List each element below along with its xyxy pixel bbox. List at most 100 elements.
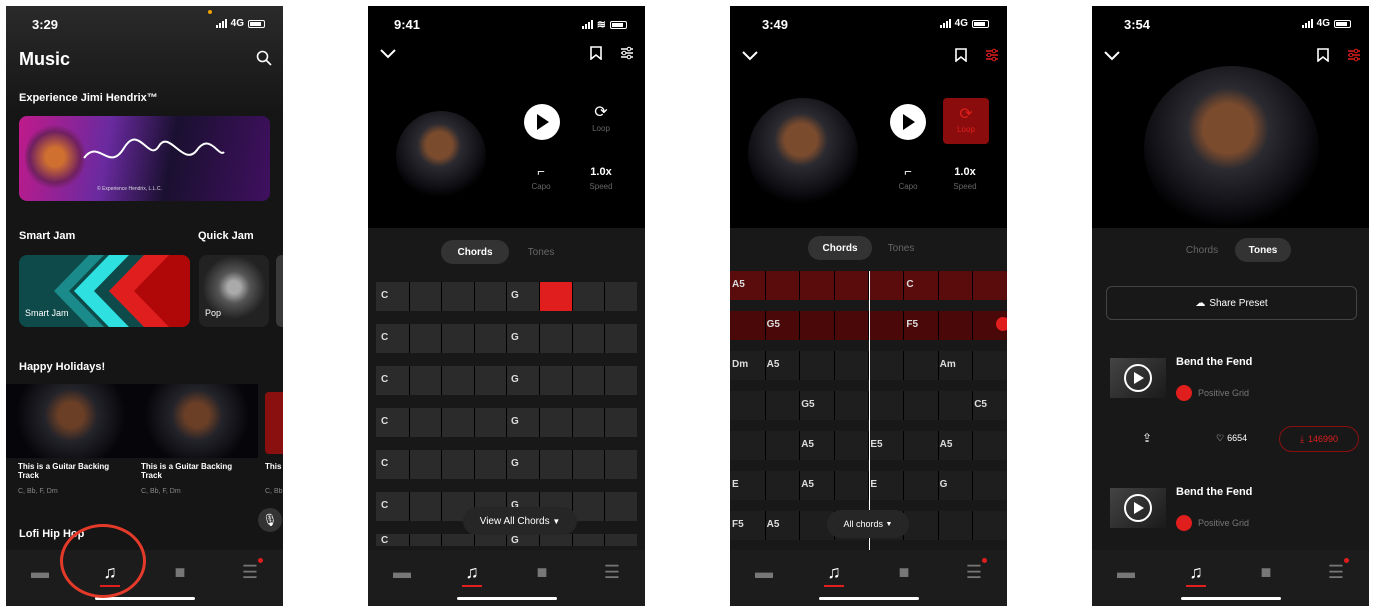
cell-divider <box>799 431 801 460</box>
tab-gear-icon[interactable]: ▬ <box>752 562 776 582</box>
status-time: 3:29 <box>32 17 59 32</box>
chord-label: G <box>511 332 519 343</box>
search-icon[interactable] <box>256 50 272 70</box>
cell-divider <box>764 431 766 460</box>
cell-divider <box>833 471 835 500</box>
cell-divider <box>441 366 443 395</box>
settings-sliders-icon[interactable] <box>620 46 634 64</box>
track-chords: C, Bb <box>265 488 283 495</box>
bookmark-icon[interactable] <box>590 46 602 64</box>
chord-label: G5 <box>801 399 815 410</box>
cell-divider <box>473 450 475 479</box>
play-button[interactable] <box>524 104 560 140</box>
settings-sliders-icon[interactable] <box>985 48 999 66</box>
view-all-chords-button[interactable]: View All Chords ▼ <box>463 507 577 535</box>
like-button[interactable]: ♡ 6654 <box>1216 433 1247 444</box>
tab-video-icon[interactable]: ■ <box>1254 562 1278 582</box>
tab-chords[interactable]: Chords <box>808 236 872 260</box>
all-chords-button[interactable]: All chords ▼ <box>827 510 909 538</box>
drag-handle[interactable] <box>996 317 1007 331</box>
battery-icon <box>1334 19 1351 28</box>
cell-divider <box>441 492 443 521</box>
tab-gear-icon[interactable]: ▬ <box>390 562 414 582</box>
chevron-down-icon[interactable] <box>1104 48 1120 65</box>
tab-video-icon[interactable]: ■ <box>168 562 192 582</box>
tab-tones[interactable]: Tones <box>1235 238 1291 262</box>
tab-tones[interactable]: Tones <box>518 240 564 264</box>
loop-button[interactable]: ⟳ Loop <box>580 102 622 142</box>
tab-menu-icon[interactable]: ☰ <box>600 562 624 582</box>
chord-row[interactable]: CG <box>376 450 637 479</box>
chevron-down-icon[interactable] <box>380 46 396 63</box>
cell-divider <box>764 511 766 540</box>
chord-row[interactable]: CG <box>376 324 637 353</box>
status-bar: 3:49 4G <box>730 6 1007 40</box>
preset-author: Positive Grid <box>1198 388 1250 398</box>
download-button[interactable]: ⤓ 146990 <box>1279 426 1359 452</box>
chevron-down-icon[interactable] <box>742 48 758 65</box>
track-title: This is a Guitar Backing Track <box>18 462 110 480</box>
tab-gear-icon[interactable]: ▬ <box>1114 562 1138 582</box>
tab-gear-icon[interactable]: ▬ <box>28 562 52 582</box>
tab-music-icon[interactable]: ♫ <box>1184 562 1208 587</box>
status-icons: ≋ <box>581 18 627 31</box>
tab-chords[interactable]: Chords <box>1180 238 1224 262</box>
settings-sliders-icon[interactable] <box>1347 48 1361 66</box>
capo-button[interactable]: ⌐ Capo <box>888 164 928 191</box>
chord-label: A5 <box>939 439 953 450</box>
tab-menu-icon[interactable]: ☰ <box>238 562 262 582</box>
capo-button[interactable]: ⌐ Capo <box>521 164 561 191</box>
hendrix-signature <box>83 138 225 159</box>
cell-divider <box>571 534 573 546</box>
smartjam-card[interactable]: Smart Jam <box>19 255 190 327</box>
smartjam-card-label: Smart Jam <box>25 308 69 318</box>
page-title: Music <box>19 49 71 69</box>
cell-divider <box>937 471 939 500</box>
cell-divider <box>937 351 939 380</box>
chord-row[interactable]: CG <box>376 282 637 311</box>
tab-video-icon[interactable]: ■ <box>530 562 554 582</box>
speed-button[interactable]: 1.0x Speed <box>580 166 622 191</box>
pop-card[interactable]: Pop <box>199 255 269 327</box>
chord-row[interactable]: CG <box>376 408 637 437</box>
hendrix-banner[interactable]: © Experience Hendrix, L.L.C. <box>19 116 270 201</box>
mic-icon[interactable]: 🎙 <box>258 508 282 532</box>
chord-row[interactable]: CG <box>376 366 637 395</box>
cell-divider <box>604 324 606 353</box>
tab-tones[interactable]: Tones <box>880 236 922 260</box>
current-beat-highlight <box>540 282 572 311</box>
heart-icon: ♡ <box>1216 433 1225 443</box>
speed-button[interactable]: 1.0x Speed <box>944 166 986 191</box>
bookmark-icon[interactable] <box>955 48 967 66</box>
cell-divider <box>539 534 540 546</box>
cell-divider <box>764 351 766 380</box>
loop-button[interactable]: ⟳ Loop <box>943 98 989 144</box>
cell-divider <box>604 408 606 437</box>
cell-divider <box>937 391 939 420</box>
bookmark-icon[interactable] <box>1317 48 1329 66</box>
status-time: 3:49 <box>762 17 789 32</box>
quickjam-card-partial[interactable] <box>276 255 283 327</box>
tab-music-icon[interactable]: ♫ <box>460 562 484 587</box>
tab-menu-icon[interactable]: ☰ <box>1324 562 1348 582</box>
share-icon[interactable]: ⇪ <box>1142 431 1152 445</box>
cell-divider <box>903 391 904 420</box>
chord-label: G <box>511 535 519 546</box>
album-art <box>748 98 858 208</box>
tab-video-icon[interactable]: ■ <box>892 562 916 582</box>
cell-divider <box>604 450 606 479</box>
home-indicator <box>456 597 557 600</box>
signal-icon <box>581 20 593 29</box>
chord-label: A5 <box>801 479 814 490</box>
chord-row[interactable]: CG <box>376 534 637 546</box>
cell-divider <box>972 511 974 540</box>
chord-label: G <box>511 290 519 301</box>
play-button[interactable] <box>890 104 926 140</box>
cell-divider <box>604 534 606 546</box>
tab-menu-icon[interactable]: ☰ <box>962 562 986 582</box>
share-preset-button[interactable]: ☁ Share Preset <box>1106 286 1357 320</box>
tab-music-icon[interactable]: ♫ <box>822 562 846 587</box>
chord-label: C <box>381 332 389 343</box>
tab-chords[interactable]: Chords <box>441 240 509 264</box>
cell-divider <box>473 282 475 311</box>
